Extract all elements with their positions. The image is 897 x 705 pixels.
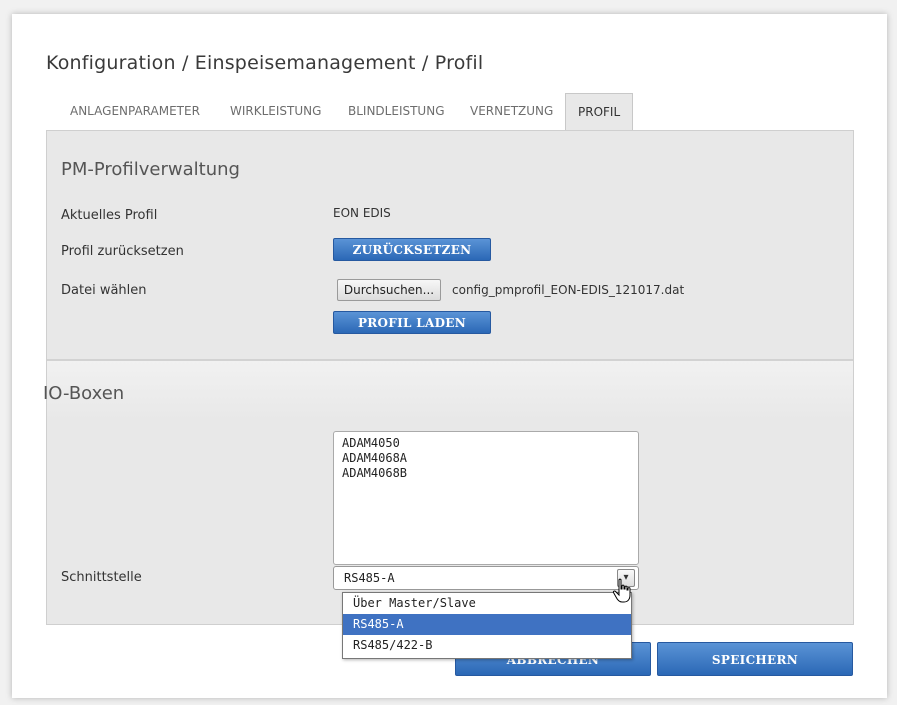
interface-select[interactable]: RS485-A ▾ xyxy=(333,566,639,590)
browse-button[interactable]: Durchsuchen... xyxy=(337,279,441,301)
content-panel: PM-Profilverwaltung Aktuelles Profil EON… xyxy=(43,130,854,625)
option-rs485-422-b[interactable]: RS485/422-B xyxy=(343,635,631,656)
current-profile-label: Aktuelles Profil xyxy=(61,208,158,223)
reset-button[interactable]: ZURÜCKSETZEN xyxy=(333,238,491,261)
choose-file-label: Datei wählen xyxy=(61,283,147,298)
list-item[interactable]: ADAM4068A xyxy=(342,451,638,466)
io-box-list[interactable]: ADAM4050 ADAM4068A ADAM4068B xyxy=(333,431,639,565)
io-section-title: IO-Boxen xyxy=(43,383,125,404)
tab-blindleistung[interactable]: BLINDLEISTUNG xyxy=(348,93,445,131)
current-profile-value: EON EDIS xyxy=(333,206,391,220)
hand-cursor-icon xyxy=(612,578,631,603)
option-rs485-a[interactable]: RS485-A xyxy=(343,614,631,635)
tab-wirkleistung[interactable]: WIRKLEISTUNG xyxy=(230,93,321,131)
interface-dropdown[interactable]: Über Master/Slave RS485-A RS485/422-B xyxy=(342,592,632,659)
file-name: config_pmprofil_EON-EDIS_121017.dat xyxy=(452,283,685,297)
tab-vernetzung[interactable]: VERNETZUNG xyxy=(470,93,553,131)
interface-label: Schnittstelle xyxy=(61,570,142,585)
tab-anlagenparameter[interactable]: ANLAGENPARAMETER xyxy=(70,93,200,131)
load-profile-button[interactable]: PROFIL LADEN xyxy=(333,311,491,334)
interface-selected-value: RS485-A xyxy=(344,571,395,585)
list-item[interactable]: ADAM4050 xyxy=(342,436,638,451)
tab-profil[interactable]: PROFIL xyxy=(565,93,634,132)
breadcrumb: Konfiguration / Einspeisemanagement / Pr… xyxy=(46,52,484,74)
list-item[interactable]: ADAM4068B xyxy=(342,466,638,481)
reset-profile-label: Profil zurücksetzen xyxy=(61,244,184,259)
option-master-slave[interactable]: Über Master/Slave xyxy=(343,593,631,614)
profile-section-title: PM-Profilverwaltung xyxy=(61,159,240,180)
save-button[interactable]: SPEICHERN xyxy=(657,642,853,676)
